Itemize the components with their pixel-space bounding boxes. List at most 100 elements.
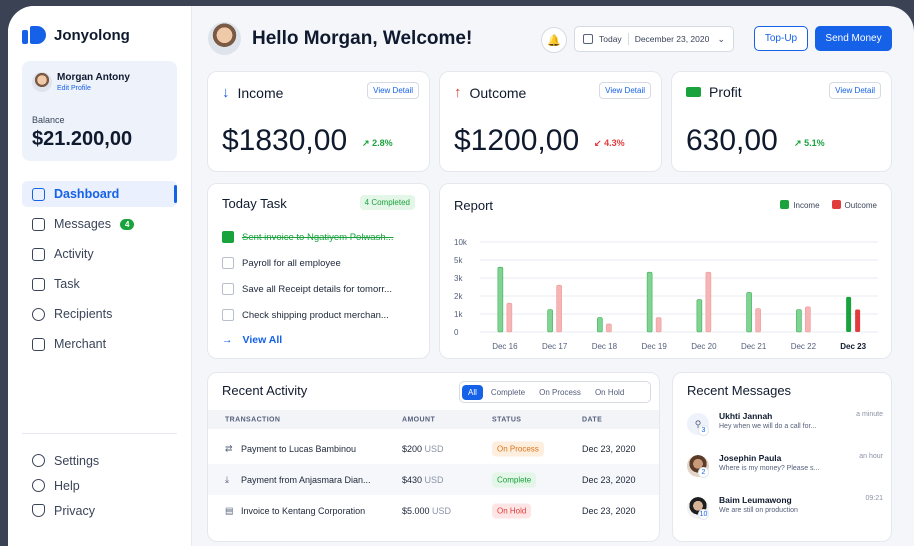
message-item[interactable]: ⚲ 3 Ukhti Jannah Hey when we will do a c…: [687, 411, 883, 445]
invoice-icon: ▤: [225, 505, 234, 515]
bell-icon[interactable]: 🔔: [541, 27, 567, 53]
task-text: Save all Receipt details for tomorr...: [242, 283, 392, 295]
sidebar-item-help[interactable]: Help: [22, 475, 177, 496]
sidebar-item-task[interactable]: Task: [22, 271, 177, 297]
date-value: December 23, 2020: [634, 34, 710, 44]
date-picker[interactable]: Today December 23, 2020 ⌄: [574, 26, 734, 52]
filter-complete[interactable]: Complete: [485, 385, 531, 400]
message-time: a minute: [856, 411, 883, 418]
task-item[interactable]: Payroll for all employee: [222, 250, 412, 276]
messages-count-badge: 4: [119, 218, 135, 230]
sidebar-divider: [22, 433, 177, 434]
task-item[interactable]: ✓ Sent invoice to Ngatiyem Polwash...: [222, 224, 412, 250]
task-text: Sent invoice to Ngatiyem Polwash...: [242, 231, 394, 243]
message-preview: We are still on production: [719, 507, 798, 514]
bar-outcome: [606, 323, 612, 333]
profit-change: ↗ 5.1%: [794, 138, 825, 149]
income-title: ↓ Income: [222, 84, 283, 101]
sidebar-item-recipients[interactable]: Recipients: [22, 301, 177, 327]
checkbox[interactable]: [222, 283, 234, 295]
outcome-view-detail-button[interactable]: View Detail: [599, 82, 651, 99]
sidebar-item-label: Settings: [54, 453, 100, 468]
chevron-down-icon: ⌄: [717, 33, 725, 44]
transaction-date: Dec 23, 2020: [582, 474, 636, 485]
cash-icon: [686, 87, 701, 97]
arrow-down-icon: ↓: [222, 84, 230, 101]
table-row[interactable]: ▤ Invoice to Kentang Corporation $5.000 …: [208, 495, 659, 526]
sidebar-item-activity[interactable]: Activity: [22, 241, 177, 267]
bar-income: [696, 299, 703, 333]
sidebar-item-merchant[interactable]: Merchant: [22, 331, 177, 357]
column-transaction: TRANSACTION: [225, 416, 281, 423]
filter-all[interactable]: All: [462, 384, 483, 400]
sidebar-item-messages[interactable]: Messages 4: [22, 211, 177, 237]
main-nav: Dashboard Messages 4 Activity Task Recip…: [22, 181, 177, 361]
sidebar-item-label: Dashboard: [54, 187, 120, 201]
today-task-card: Today Task 4 Completed ✓ Sent invoice to…: [207, 183, 430, 359]
report-chart: 0 1k 2k 3k 5k 10k Dec 16 Dec 17 Dec 18 Dec 19 Dec …: [454, 238, 878, 351]
avatar[interactable]: [32, 72, 52, 92]
balance-label: Balance: [32, 115, 65, 125]
x-tick-label: Dec 17: [542, 342, 568, 351]
profit-view-detail-button[interactable]: View Detail: [829, 82, 881, 99]
task-item[interactable]: Save all Receipt details for tomorr...: [222, 276, 412, 302]
sidebar: Jonyolong Morgan Antony Edit Profile Bal…: [8, 6, 192, 546]
checkbox[interactable]: [222, 257, 234, 269]
x-tick-label: Dec 18: [592, 342, 618, 351]
checkbox[interactable]: [222, 309, 234, 321]
gear-icon: [32, 454, 45, 467]
income-change: ↗ 2.8%: [362, 138, 393, 149]
income-label: Income: [237, 84, 284, 101]
table-header: TRANSACTION AMOUNT STATUS DATE: [208, 410, 659, 429]
transfer-icon: ⇄: [225, 443, 233, 453]
report-card: Report Income Outcome 0 1k 2k 3k 5k 10k Dec 16…: [439, 183, 892, 359]
table-row[interactable]: ⤓ Payment from Anjasmara Dian... $430 US…: [208, 464, 659, 495]
sidebar-item-label: Task: [54, 277, 80, 291]
currency: USD: [432, 505, 452, 516]
task-list: ✓ Sent invoice to Ngatiyem Polwash... Pa…: [222, 224, 412, 328]
top-up-button[interactable]: Top-Up: [754, 26, 808, 51]
amount: $5.000 USD: [402, 506, 451, 516]
y-tick-label: 5k: [454, 256, 463, 265]
sidebar-item-dashboard[interactable]: Dashboard: [22, 181, 177, 207]
bar-income: [746, 292, 752, 333]
view-all-link[interactable]: → View All: [222, 334, 282, 346]
profit-value: 630,00: [686, 124, 778, 157]
task-item[interactable]: Check shipping product merchan...: [222, 302, 412, 328]
bar-income: [597, 317, 603, 333]
edit-profile-link[interactable]: Edit Profile: [57, 85, 91, 92]
amount-value: $200: [402, 443, 423, 454]
bar-income: [547, 309, 553, 333]
status-badge: On Hold: [492, 503, 532, 518]
arrow-right-icon: →: [222, 334, 233, 346]
activity-title: Recent Activity: [222, 383, 308, 398]
send-money-button[interactable]: Send Money: [815, 26, 892, 51]
bar-income: [646, 271, 653, 333]
filter-on-process[interactable]: On Process: [533, 385, 587, 400]
cube-icon: [32, 187, 45, 201]
logo-icon: [22, 26, 46, 44]
checkbox-checked[interactable]: ✓: [222, 231, 234, 243]
table-row[interactable]: ⇄ Payment to Lucas Bambinou $200 USD On …: [208, 433, 659, 464]
header-avatar[interactable]: [208, 22, 241, 55]
filter-on-hold[interactable]: On Hold: [589, 385, 630, 400]
app-frame: Jonyolong Morgan Antony Edit Profile Bal…: [8, 6, 914, 546]
calendar-icon: [583, 34, 593, 44]
sidebar-item-settings[interactable]: Settings: [22, 450, 177, 471]
sender-name: Baim Leumawong: [719, 495, 792, 505]
bar-outcome: [805, 306, 811, 333]
bar-outcome: [705, 271, 712, 333]
activity-filters: All Complete On Process On Hold: [459, 381, 651, 403]
bar-income: [846, 296, 852, 332]
logo[interactable]: Jonyolong: [22, 26, 130, 44]
message-item[interactable]: 10 Baim Leumawong We are still on produc…: [687, 495, 883, 529]
bar-income: [497, 266, 504, 333]
message-item[interactable]: 2 Josephin Paula Where is my money? Plea…: [687, 453, 883, 487]
sidebar-item-label: Privacy: [54, 503, 95, 518]
sidebar-item-privacy[interactable]: Privacy: [22, 500, 177, 521]
download-icon: ⤓: [225, 474, 229, 484]
income-view-detail-button[interactable]: View Detail: [367, 82, 419, 99]
shield-icon: [32, 504, 45, 517]
outcome-change: ↙ 4.3%: [594, 138, 625, 149]
bar-outcome: [506, 302, 513, 333]
